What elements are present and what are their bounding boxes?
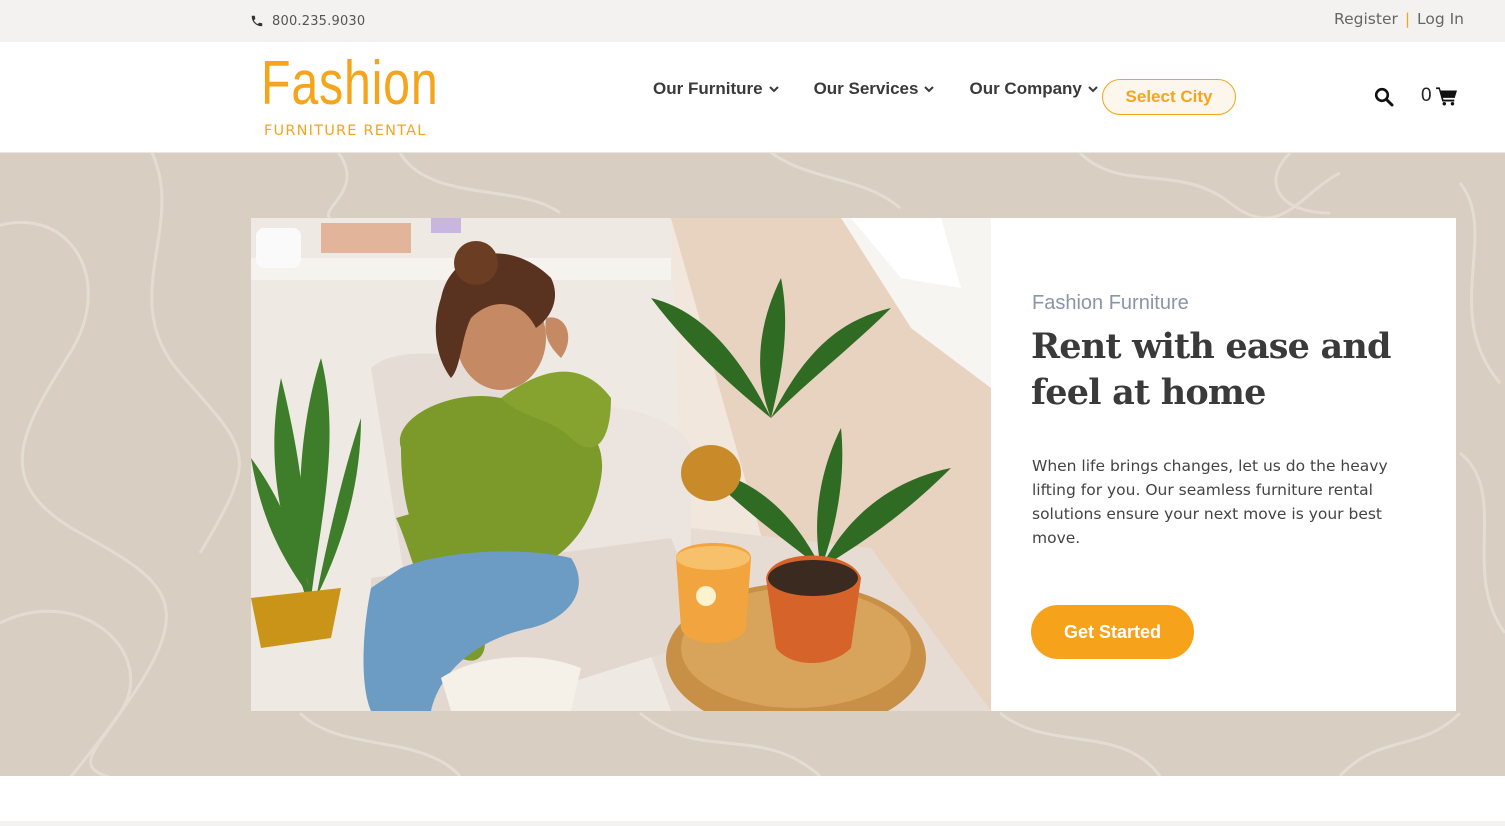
logo-tagline: FURNITURE RENTAL [264, 123, 427, 139]
cart-count: 0 [1421, 85, 1432, 106]
nav-our-services[interactable]: Our Services [814, 79, 935, 99]
chevron-down-icon [924, 86, 935, 93]
select-city-button[interactable]: Select City [1102, 79, 1236, 115]
hero-description: When life brings changes, let us do the … [1032, 457, 1388, 547]
search-button[interactable] [1374, 87, 1394, 107]
phone-contact[interactable]: 800.235.9030 [250, 11, 365, 31]
chevron-down-icon [768, 86, 779, 93]
woman-on-sofa-illustration [251, 218, 991, 711]
top-bar: 800.235.9030 Register | Log In [0, 0, 1505, 42]
phone-number: 800.235.9030 [272, 13, 366, 29]
nav-label: Our Company [969, 79, 1082, 98]
phone-icon [251, 15, 263, 27]
site-header: Fashion FURNITURE RENTAL Our Furniture O… [0, 42, 1505, 153]
hero-photo [251, 218, 991, 711]
register-link[interactable]: Register [1334, 10, 1398, 28]
get-started-button[interactable]: Get Started [1031, 605, 1194, 659]
auth-separator: | [1404, 10, 1411, 28]
auth-links: Register | Log In [1334, 10, 1464, 28]
section-divider [0, 821, 1505, 826]
hero-eyebrow: Fashion Furniture [1032, 292, 1189, 314]
cart-button[interactable]: 0 [1421, 85, 1458, 107]
nav-label: Our Services [813, 79, 919, 98]
nav-our-furniture[interactable]: Our Furniture [653, 79, 779, 99]
nav-label: Our Furniture [653, 79, 763, 98]
cart-icon [1435, 87, 1457, 106]
page-bottom [0, 776, 1505, 826]
hero-section: Fashion Furniture Rent with ease and fee… [0, 153, 1505, 776]
brand-logo[interactable]: Fashion FURNITURE RENTAL [261, 51, 438, 141]
nav-our-company[interactable]: Our Company [969, 79, 1098, 99]
chevron-down-icon [1088, 86, 1098, 93]
login-link[interactable]: Log In [1417, 10, 1464, 28]
hero-headline: Rent with ease and feel at home [1031, 326, 1391, 413]
logo-wordmark: Fashion [261, 49, 439, 118]
main-nav: Our Furniture Our Services Our Company [653, 79, 1133, 99]
search-icon [1374, 87, 1394, 107]
hero-card: Fashion Furniture Rent with ease and fee… [991, 218, 1456, 711]
